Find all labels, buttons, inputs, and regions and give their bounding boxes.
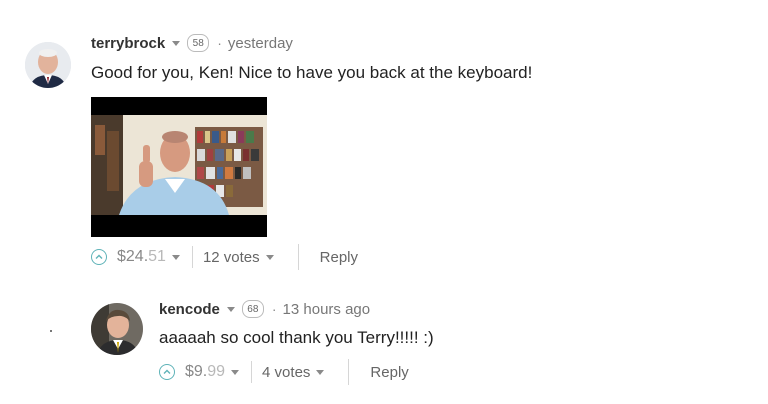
timestamp[interactable]: 13 hours ago (283, 301, 371, 318)
avatar-image (91, 303, 143, 355)
payout-value[interactable]: $9.99 (185, 363, 225, 381)
divider (191, 246, 193, 268)
upvote-chevron-icon (163, 369, 171, 374)
divider (251, 361, 253, 383)
thread-marker (50, 330, 52, 332)
votes-count[interactable]: 12 votes (203, 249, 260, 266)
divider (297, 244, 299, 270)
author-name[interactable]: kencode (159, 301, 220, 318)
reply-button[interactable]: Reply (320, 249, 358, 266)
video-frame-image (91, 97, 267, 237)
votes-count[interactable]: 4 votes (262, 364, 310, 381)
separator-dot: · (217, 35, 222, 51)
comment-meta: kencode 68 · 13 hours ago (159, 300, 370, 318)
payout-cents: 99 (207, 363, 226, 380)
payout-whole: $24. (117, 248, 149, 265)
caret-down-icon[interactable] (226, 306, 235, 312)
caret-down-icon[interactable] (172, 40, 181, 46)
caret-down-icon[interactable] (231, 369, 240, 375)
author-name[interactable]: terrybrock (91, 35, 165, 52)
reputation-badge: 58 (187, 34, 210, 52)
reputation-badge: 68 (241, 300, 264, 318)
comment-actions: $24.51 12 votes Reply (91, 244, 358, 270)
upvote-chevron-icon (95, 254, 103, 259)
caret-down-icon[interactable] (316, 369, 325, 375)
upvote-button[interactable] (91, 249, 107, 265)
caret-down-icon[interactable] (265, 254, 274, 260)
avatar[interactable] (25, 42, 71, 88)
video-thumbnail[interactable] (91, 97, 267, 237)
timestamp[interactable]: yesterday (228, 35, 293, 52)
separator-dot: · (271, 301, 277, 317)
reply-button[interactable]: Reply (370, 364, 408, 381)
comment-body: aaaaah so cool thank you Terry!!!!! :) (159, 328, 434, 347)
upvote-button[interactable] (159, 364, 175, 380)
avatar-image (25, 42, 71, 88)
payout-value[interactable]: $24.51 (117, 248, 166, 266)
caret-down-icon[interactable] (171, 254, 180, 260)
comment-meta: terrybrock 58 · yesterday (91, 34, 293, 52)
comment-actions: $9.99 4 votes Reply (159, 359, 409, 385)
payout-cents: 51 (148, 248, 166, 265)
avatar[interactable] (91, 303, 143, 355)
comment-body: Good for you, Ken! Nice to have you back… (91, 63, 533, 82)
divider (348, 359, 350, 385)
payout-whole: $9. (185, 363, 208, 380)
